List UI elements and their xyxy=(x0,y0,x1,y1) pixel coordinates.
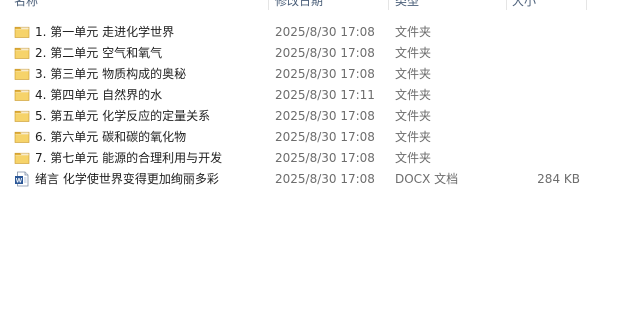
file-row[interactable]: 7. 第七单元 能源的合理利用与开发 2025/8/30 17:08 文件夹 xyxy=(0,148,640,169)
file-name: 6. 第六单元 碳和碳的氧化物 xyxy=(35,130,187,144)
file-date: 2025/8/30 17:08 xyxy=(275,109,375,123)
file-row[interactable]: 4. 第四单元 自然界的水 2025/8/30 17:11 文件夹 xyxy=(0,85,640,106)
column-header-type[interactable]: 类型 xyxy=(395,0,419,10)
file-size xyxy=(512,148,580,169)
file-size xyxy=(512,85,580,106)
file-type: 文件夹 xyxy=(395,25,432,39)
file-type: DOCX 文档 xyxy=(395,172,459,186)
column-divider[interactable] xyxy=(268,0,269,10)
file-name: 绪言 化学使世界变得更加绚丽多彩 xyxy=(35,172,219,186)
file-name: 2. 第二单元 空气和氧气 xyxy=(35,46,163,60)
file-type: 文件夹 xyxy=(395,130,432,144)
folder-icon xyxy=(14,129,30,145)
column-divider[interactable] xyxy=(388,0,389,10)
file-size xyxy=(512,127,580,148)
folder-icon xyxy=(14,24,30,40)
file-type: 文件夹 xyxy=(395,151,432,165)
file-name: 3. 第三单元 物质构成的奥秘 xyxy=(35,67,187,81)
file-date: 2025/8/30 17:08 xyxy=(275,130,375,144)
folder-icon xyxy=(14,66,30,82)
file-row[interactable]: W 绪言 化学使世界变得更加绚丽多彩 2025/8/30 17:08 DOCX 文档 2… xyxy=(0,169,640,190)
file-name: 1. 第一单元 走进化学世界 xyxy=(35,25,175,39)
svg-text:W: W xyxy=(16,178,23,185)
folder-icon xyxy=(14,150,30,166)
file-size xyxy=(512,22,580,43)
file-name: 7. 第七单元 能源的合理利用与开发 xyxy=(35,151,223,165)
file-row[interactable]: 3. 第三单元 物质构成的奥秘 2025/8/30 17:08 文件夹 xyxy=(0,64,640,85)
column-divider[interactable] xyxy=(506,0,507,10)
folder-icon xyxy=(14,87,30,103)
file-date: 2025/8/30 17:08 xyxy=(275,67,375,81)
folder-icon xyxy=(14,45,30,61)
file-size xyxy=(512,64,580,85)
file-row[interactable]: 1. 第一单元 走进化学世界 2025/8/30 17:08 文件夹 xyxy=(0,22,640,43)
file-type: 文件夹 xyxy=(395,67,432,81)
file-type: 文件夹 xyxy=(395,88,432,102)
file-date: 2025/8/30 17:08 xyxy=(275,151,375,165)
file-type: 文件夹 xyxy=(395,109,432,123)
file-row[interactable]: 5. 第五单元 化学反应的定量关系 2025/8/30 17:08 文件夹 xyxy=(0,106,640,127)
file-date: 2025/8/30 17:08 xyxy=(275,172,375,186)
file-size xyxy=(512,106,580,127)
file-name: 4. 第四单元 自然界的水 xyxy=(35,88,163,102)
file-row[interactable]: 2. 第二单元 空气和氧气 2025/8/30 17:08 文件夹 xyxy=(0,43,640,64)
column-header-size[interactable]: 大小 xyxy=(512,0,536,10)
word-document-icon: W xyxy=(14,171,30,187)
file-date: 2025/8/30 17:11 xyxy=(275,88,375,102)
file-list: 1. 第一单元 走进化学世界 2025/8/30 17:08 文件夹 2. 第二单元 … xyxy=(0,22,640,190)
file-type: 文件夹 xyxy=(395,46,432,60)
column-divider[interactable] xyxy=(586,0,587,10)
file-row[interactable]: 6. 第六单元 碳和碳的氧化物 2025/8/30 17:08 文件夹 xyxy=(0,127,640,148)
column-header-name[interactable]: 名称 xyxy=(14,0,38,10)
file-date: 2025/8/30 17:08 xyxy=(275,25,375,39)
column-header-date[interactable]: 修改日期 xyxy=(275,0,323,10)
file-name: 5. 第五单元 化学反应的定量关系 xyxy=(35,109,211,123)
file-date: 2025/8/30 17:08 xyxy=(275,46,375,60)
column-header: 名称 修改日期 类型 大小 xyxy=(0,0,640,10)
folder-icon xyxy=(14,108,30,124)
file-size xyxy=(512,43,580,64)
file-size: 284 KB xyxy=(537,172,580,186)
